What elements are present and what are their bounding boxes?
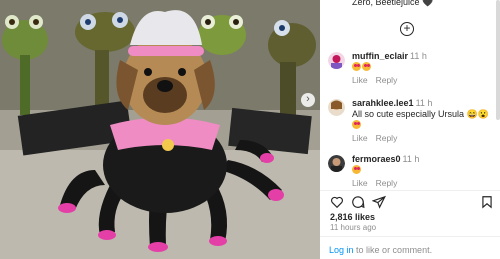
plus-circle-icon[interactable]: +: [400, 22, 414, 36]
comment-username[interactable]: fermoraes0: [352, 154, 401, 164]
scrollbar[interactable]: [496, 0, 500, 120]
divider: [320, 236, 500, 237]
comment-text: [352, 62, 496, 73]
login-prompt: Log in to like or comment.: [329, 245, 432, 255]
caption-text: Zero, Beetlejuice 🖤: [352, 0, 434, 7]
comment-text: [352, 165, 496, 176]
heart-eyes-emoji: [352, 62, 361, 71]
reply-link[interactable]: Reply: [376, 75, 398, 85]
heart-icon[interactable]: [330, 195, 344, 209]
login-link[interactable]: Log in: [329, 245, 354, 255]
comment-username[interactable]: sarahklee.lee1: [352, 98, 414, 108]
bookmark-icon[interactable]: [480, 195, 494, 209]
like-comment-link[interactable]: Like: [352, 75, 368, 85]
login-prompt-text: to like or comment.: [356, 245, 433, 255]
like-comment-link[interactable]: Like: [352, 133, 368, 143]
reply-link[interactable]: Reply: [376, 178, 398, 188]
speech-bubble-icon[interactable]: [351, 195, 365, 209]
avatar[interactable]: [328, 52, 345, 69]
comment-username[interactable]: muffin_eclair: [352, 51, 408, 61]
likes-count[interactable]: 2,816 likes: [330, 212, 375, 222]
comment-time: 11 h: [402, 154, 420, 164]
frog-decoration-right: [198, 15, 246, 55]
dog-tag: [162, 139, 174, 151]
comments-panel: Zero, Beetlejuice 🖤 + muffin_eclair 11 h …: [320, 0, 500, 259]
reply-link[interactable]: Reply: [376, 133, 398, 143]
chevron-right-icon[interactable]: ›: [301, 93, 315, 107]
dog-costume-photo: [0, 0, 320, 259]
like-comment-link[interactable]: Like: [352, 178, 368, 188]
comment-text: All so cute especially Ursula 😄😮: [352, 109, 489, 119]
comment-time: 11 h: [415, 98, 433, 108]
post-time: 11 hours ago: [330, 223, 377, 232]
post-actions: [330, 195, 496, 209]
heart-eyes-emoji: [352, 165, 361, 174]
paper-plane-icon[interactable]: [372, 195, 386, 209]
heart-eyes-emoji: [362, 62, 371, 71]
heart-eyes-emoji: [352, 120, 361, 129]
post-photo: ›: [0, 0, 320, 259]
divider: [320, 190, 500, 191]
headband: [128, 46, 204, 56]
comment-time: 11 h: [410, 51, 427, 61]
avatar[interactable]: [328, 155, 345, 172]
avatar[interactable]: [328, 99, 345, 116]
